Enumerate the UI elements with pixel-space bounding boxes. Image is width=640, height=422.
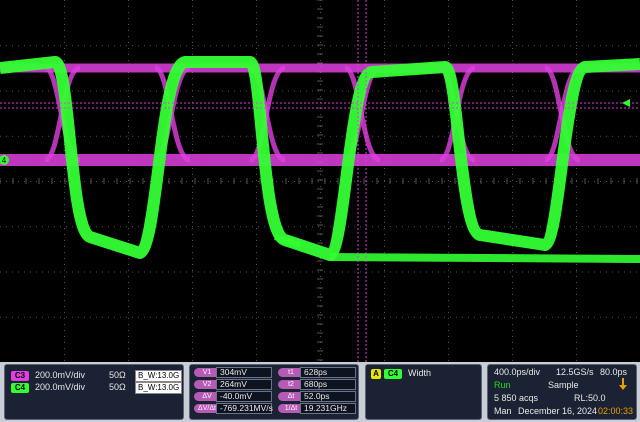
channel-panel: C3 200.0mV/div 50Ω B_W:13.0G C4 200.0mV/…	[4, 364, 184, 420]
inv-dt-value: 19.231GHz	[300, 403, 356, 414]
ch3-impedance: 50Ω	[109, 370, 126, 380]
ch4-bandwidth[interactable]: B_W:13.0G	[135, 382, 183, 394]
resolution: 80.0ps	[600, 367, 628, 377]
acquisition-panel[interactable]: 400.0ps/div 12.5GS/s 80.0ps Run Sample 5…	[487, 364, 637, 420]
dv-value: -40.0mV	[216, 391, 272, 402]
ch3-scale[interactable]: 200.0mV/div	[35, 370, 85, 381]
graticule	[0, 0, 638, 361]
waveform-display[interactable]: 4	[0, 0, 640, 362]
sample-rate: 12.5GS/s	[556, 367, 594, 377]
v2-value: 264mV	[216, 379, 272, 390]
svg-text:4: 4	[2, 156, 7, 165]
t2-value: 680ps	[300, 379, 356, 390]
measurement-source-badge[interactable]: C4	[384, 369, 402, 379]
v1-value: 304mV	[216, 367, 272, 378]
run-state[interactable]: Run	[494, 380, 511, 391]
dt-value: 52.0ps	[300, 391, 356, 402]
measurement-label: Width	[408, 368, 432, 378]
cursor-readout-panel[interactable]: V1 304mV V2 264mV ΔV -40.0mV ΔV/Δt -769.…	[189, 364, 359, 420]
waveform-plot: 4	[0, 0, 640, 362]
timebase[interactable]: 400.0ps/div	[494, 367, 540, 378]
clock-time: 02:00:33	[598, 406, 634, 416]
ch3-bandwidth[interactable]: B_W:13.0G	[135, 370, 183, 382]
measurement-a-badge[interactable]: A	[371, 369, 381, 379]
ch3-badge[interactable]: C3	[11, 371, 29, 381]
status-bar: C3 200.0mV/div 50Ω B_W:13.0G C4 200.0mV/…	[0, 362, 640, 422]
t1-value: 628ps	[300, 367, 356, 378]
ch4-badge[interactable]: C4	[11, 383, 29, 393]
waveform-traces	[0, 56, 640, 263]
acquisition-count: 5 850 acqs	[494, 393, 539, 403]
ch4-scale[interactable]: 200.0mV/div	[35, 382, 85, 393]
trigger-level-marker[interactable]	[622, 99, 630, 107]
acquisition-mode[interactable]: Sample	[548, 380, 579, 391]
ch4-impedance: 50Ω	[109, 382, 126, 392]
record-length: RL:50.0	[574, 393, 606, 403]
date: December 16, 2024	[518, 406, 598, 416]
trigger-mode[interactable]: Man	[494, 406, 512, 417]
dvdt-value: -769.231MV/s	[216, 403, 273, 414]
trigger-arrow-icon	[618, 378, 628, 391]
measurement-panel[interactable]: A C4 Width	[365, 364, 482, 420]
